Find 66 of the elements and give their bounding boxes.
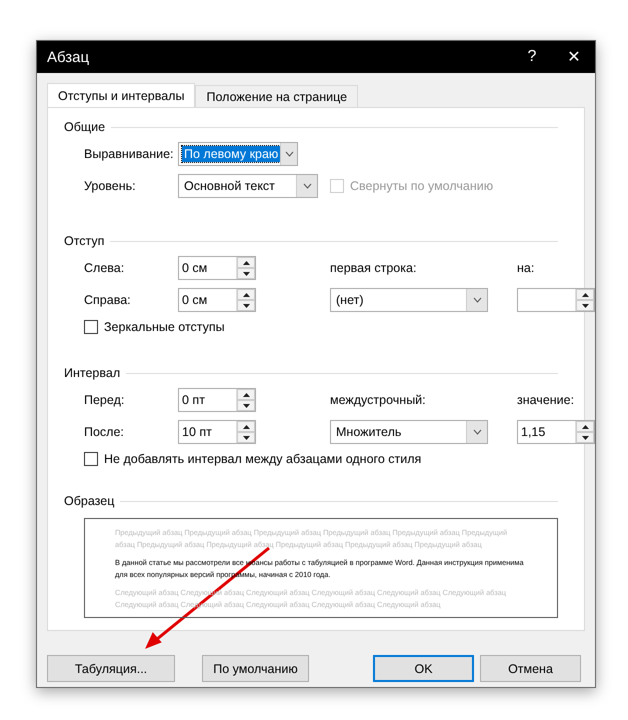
field-label: После: [84,425,125,439]
close-button[interactable]: ✕ [553,41,595,73]
field-label: на: [517,261,536,275]
dropdown[interactable]: По левому краю [178,142,298,166]
field-label: первая строка: [330,261,418,275]
spin-field[interactable]: 0 пт [178,388,256,412]
triangle-down-icon [582,304,588,308]
help-button[interactable]: ? [511,41,553,73]
spin-up-button[interactable] [576,421,594,432]
spin-up-button[interactable] [576,289,594,300]
spin-down-button[interactable] [237,400,255,411]
spin-field[interactable]: 1,15 [517,420,595,444]
window-title: Абзац [47,48,90,66]
triangle-up-icon [242,424,250,428]
spin-up-button[interactable] [237,257,255,268]
triangle-up-icon [242,260,250,264]
spin-down-button[interactable] [237,432,255,443]
chevron-down-icon [284,151,294,157]
field-label: Свернуты по умолчанию [350,179,494,193]
chevron-down-icon [472,297,482,303]
spin-field[interactable]: 0 см [178,256,256,280]
spin-up-button[interactable] [237,421,255,432]
dropdown[interactable]: Основной текст [178,174,318,198]
field-label: Слева: [84,261,126,275]
dialog-button[interactable]: OK [373,655,474,682]
field-label: Не добавлять интервал между абзацами одного стиля [104,452,422,466]
section-title: Интервал [64,366,120,380]
dialog-button[interactable]: Отмена [480,655,581,682]
dialog-button[interactable]: Табуляция... [47,655,175,682]
spin-field[interactable] [517,288,595,312]
triangle-down-icon [242,304,250,308]
field-label: Зеркальные отступы [104,320,225,334]
dropdown[interactable]: Множитель [330,420,488,444]
field-label: междустрочный: [330,393,427,407]
checkbox[interactable] [84,452,98,466]
chevron-down-icon [302,183,312,189]
section-title: Общие [64,120,106,134]
field-label: Уровень: [84,179,137,193]
triangle-up-icon [582,424,588,428]
spin-down-button[interactable] [576,300,594,311]
triangle-up-icon [242,292,250,296]
tab[interactable]: Положение на странице [195,85,358,107]
triangle-down-icon [242,272,250,276]
field-label: Выравнивание: [84,147,175,161]
spin-down-button[interactable] [237,268,255,279]
spin-field[interactable]: 0 см [178,288,256,312]
dropdown[interactable]: (нет) [330,288,488,312]
field-label: значение: [517,393,576,407]
tab[interactable]: Отступы и интервалы [47,83,196,108]
section-title: Отступ [64,234,104,248]
dialog-button[interactable]: По умолчанию [202,655,309,682]
triangle-down-icon [242,404,250,408]
spin-down-button[interactable] [576,432,594,443]
spin-down-button[interactable] [237,300,255,311]
field-label: Справа: [84,293,132,307]
triangle-up-icon [242,392,250,396]
triangle-down-icon [242,436,250,440]
triangle-up-icon [582,292,588,296]
section-title: Образец [64,494,114,508]
spin-field[interactable]: 10 пт [178,420,256,444]
checkbox[interactable] [84,320,98,334]
spin-up-button[interactable] [237,289,255,300]
chevron-down-icon [472,429,482,435]
triangle-down-icon [582,436,588,440]
spin-up-button[interactable] [237,389,255,400]
field-label: Перед: [84,393,126,407]
